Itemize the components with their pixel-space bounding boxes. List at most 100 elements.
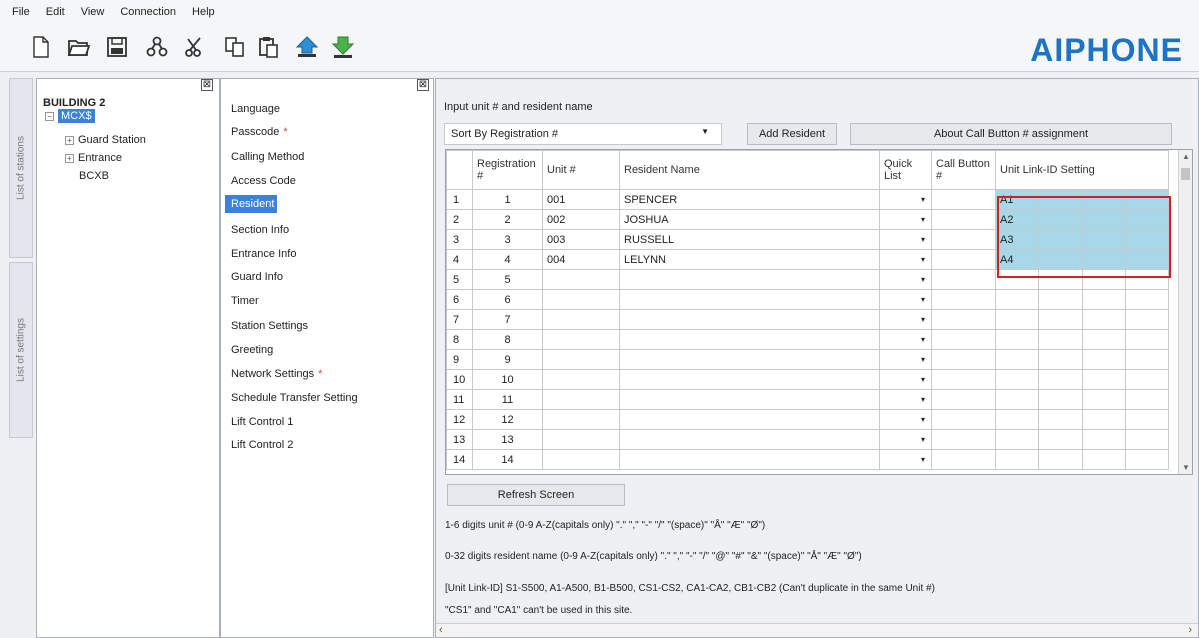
quick-list-dropdown[interactable]: ▾ bbox=[879, 309, 932, 330]
settings-item-resident[interactable]: Resident bbox=[225, 195, 277, 213]
table-row[interactable]: 14 14 ▾ bbox=[446, 449, 1183, 470]
unit-link-id-cell[interactable] bbox=[1038, 389, 1083, 410]
column-header-unit-link-id[interactable]: Unit Link-ID Setting bbox=[995, 150, 1169, 190]
unit-link-id-cell[interactable] bbox=[995, 329, 1039, 350]
collapse-icon[interactable]: − bbox=[45, 111, 54, 121]
quick-list-dropdown[interactable]: ▾ bbox=[879, 189, 932, 210]
settings-item-timer[interactable]: Timer bbox=[231, 295, 259, 307]
call-button-cell[interactable] bbox=[931, 449, 996, 470]
settings-item-language[interactable]: Language bbox=[231, 103, 280, 115]
unit-link-id-cell[interactable] bbox=[1125, 369, 1169, 390]
call-button-cell[interactable] bbox=[931, 269, 996, 290]
menu-help[interactable]: Help bbox=[184, 6, 223, 18]
open-folder-icon[interactable] bbox=[66, 34, 92, 60]
resident-name-cell[interactable]: JOSHUA bbox=[619, 209, 880, 230]
quick-list-dropdown[interactable]: ▾ bbox=[879, 269, 932, 290]
unit-cell[interactable]: 001 bbox=[542, 189, 620, 210]
vertical-scrollbar[interactable]: ▲ ▼ bbox=[1178, 150, 1192, 474]
unit-link-id-cell[interactable] bbox=[1125, 349, 1169, 370]
settings-item-lift-control-1[interactable]: Lift Control 1 bbox=[231, 416, 293, 428]
unit-cell[interactable] bbox=[542, 389, 620, 410]
unit-cell[interactable] bbox=[542, 349, 620, 370]
unit-link-id-cell[interactable] bbox=[1082, 429, 1126, 450]
settings-item-station-settings[interactable]: Station Settings bbox=[231, 320, 308, 332]
upload-icon[interactable] bbox=[294, 34, 320, 60]
unit-link-id-cell[interactable] bbox=[1125, 309, 1169, 330]
resident-name-cell[interactable] bbox=[619, 349, 880, 370]
resident-name-cell[interactable]: RUSSELL bbox=[619, 229, 880, 250]
unit-link-id-cell[interactable] bbox=[995, 449, 1039, 470]
column-header-resident-name[interactable]: Resident Name bbox=[619, 150, 880, 190]
tree-root[interactable]: BUILDING 2 bbox=[43, 97, 105, 109]
menu-edit[interactable]: Edit bbox=[38, 6, 73, 18]
menu-connection[interactable]: Connection bbox=[112, 6, 184, 18]
settings-item-schedule-transfer[interactable]: Schedule Transfer Setting bbox=[231, 392, 358, 404]
cut-icon[interactable] bbox=[182, 34, 208, 60]
unit-cell[interactable] bbox=[542, 449, 620, 470]
resident-name-cell[interactable]: LELYNN bbox=[619, 249, 880, 270]
settings-item-section-info[interactable]: Section Info bbox=[231, 224, 289, 236]
tab-list-of-stations[interactable]: List of stations bbox=[9, 78, 33, 258]
call-button-cell[interactable] bbox=[931, 329, 996, 350]
tree-node-bcxb[interactable]: BCXB bbox=[79, 170, 109, 182]
table-row[interactable]: 12 12 ▾ bbox=[446, 409, 1183, 430]
table-row[interactable]: 11 11 ▾ bbox=[446, 389, 1183, 410]
unit-cell[interactable] bbox=[542, 409, 620, 430]
call-button-cell[interactable] bbox=[931, 189, 996, 210]
resident-name-cell[interactable] bbox=[619, 329, 880, 350]
table-row[interactable]: 13 13 ▾ bbox=[446, 429, 1183, 450]
save-icon[interactable] bbox=[104, 34, 130, 60]
unit-cell[interactable] bbox=[542, 329, 620, 350]
scroll-up-icon[interactable]: ▲ bbox=[1179, 152, 1192, 161]
scroll-down-icon[interactable]: ▼ bbox=[1179, 463, 1192, 472]
unit-link-id-cell[interactable] bbox=[1125, 429, 1169, 450]
resident-name-cell[interactable] bbox=[619, 409, 880, 430]
unit-cell[interactable]: 002 bbox=[542, 209, 620, 230]
unit-cell[interactable]: 004 bbox=[542, 249, 620, 270]
quick-list-dropdown[interactable]: ▾ bbox=[879, 249, 932, 270]
unit-link-id-cell[interactable] bbox=[995, 429, 1039, 450]
unit-link-id-cell[interactable] bbox=[1038, 329, 1083, 350]
unit-link-id-cell[interactable] bbox=[1082, 289, 1126, 310]
unit-cell[interactable]: 003 bbox=[542, 229, 620, 250]
unit-link-id-cell[interactable] bbox=[995, 309, 1039, 330]
unit-cell[interactable] bbox=[542, 289, 620, 310]
sort-select[interactable]: Sort By Registration # ▼ bbox=[444, 123, 722, 145]
resident-name-cell[interactable] bbox=[619, 289, 880, 310]
unit-link-id-cell[interactable] bbox=[1082, 309, 1126, 330]
call-button-cell[interactable] bbox=[931, 429, 996, 450]
expand-icon[interactable]: + bbox=[65, 135, 74, 145]
column-header-call-button[interactable]: Call Button # bbox=[931, 150, 996, 190]
copy-icon[interactable] bbox=[222, 34, 248, 60]
unit-link-id-cell[interactable] bbox=[1038, 409, 1083, 430]
settings-item-calling-method[interactable]: Calling Method bbox=[231, 151, 304, 163]
unit-link-id-cell[interactable] bbox=[1125, 389, 1169, 410]
unit-link-id-cell[interactable] bbox=[1038, 309, 1083, 330]
settings-item-network-settings[interactable]: Network Settings * bbox=[231, 368, 322, 380]
tree-node-entrance[interactable]: + Entrance bbox=[65, 152, 122, 164]
table-row[interactable]: 6 6 ▾ bbox=[446, 289, 1183, 310]
unit-link-id-cell[interactable] bbox=[1082, 369, 1126, 390]
quick-list-dropdown[interactable]: ▾ bbox=[879, 369, 932, 390]
table-row[interactable]: 9 9 ▾ bbox=[446, 349, 1183, 370]
add-resident-button[interactable]: Add Resident bbox=[747, 123, 837, 145]
settings-item-entrance-info[interactable]: Entrance Info bbox=[231, 248, 296, 260]
unit-link-id-cell[interactable] bbox=[1038, 349, 1083, 370]
quick-list-dropdown[interactable]: ▾ bbox=[879, 329, 932, 350]
quick-list-dropdown[interactable]: ▾ bbox=[879, 409, 932, 430]
unit-link-id-cell[interactable] bbox=[995, 369, 1039, 390]
settings-item-lift-control-2[interactable]: Lift Control 2 bbox=[231, 439, 293, 451]
unit-cell[interactable] bbox=[542, 269, 620, 290]
column-header-unit[interactable]: Unit # bbox=[542, 150, 620, 190]
close-icon[interactable]: ⊠ bbox=[201, 79, 213, 91]
column-header-quick-list[interactable]: Quick List bbox=[879, 150, 932, 190]
unit-cell[interactable] bbox=[542, 309, 620, 330]
call-button-cell[interactable] bbox=[931, 389, 996, 410]
quick-list-dropdown[interactable]: ▾ bbox=[879, 449, 932, 470]
settings-item-access-code[interactable]: Access Code bbox=[231, 175, 296, 187]
paste-icon[interactable] bbox=[256, 34, 282, 60]
unit-link-id-cell[interactable] bbox=[1125, 329, 1169, 350]
scroll-left-icon[interactable]: ‹ bbox=[439, 624, 443, 636]
horizontal-scrollbar[interactable]: ‹ › bbox=[436, 623, 1198, 637]
refresh-screen-button[interactable]: Refresh Screen bbox=[447, 484, 625, 506]
